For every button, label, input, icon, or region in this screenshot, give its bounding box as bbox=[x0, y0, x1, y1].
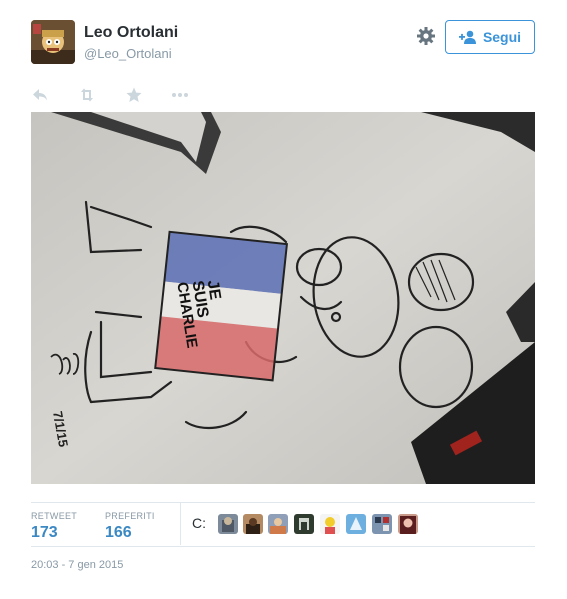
favoriter-avatar[interactable] bbox=[218, 514, 238, 534]
favoriter-avatar[interactable] bbox=[346, 514, 366, 534]
stats-bottom-divider bbox=[31, 546, 535, 547]
gear-icon[interactable] bbox=[416, 26, 436, 46]
tweet-photo[interactable]: JE SUIS CHARLIE 7/1/15 bbox=[31, 112, 535, 484]
favoriter-avatar[interactable] bbox=[294, 514, 314, 534]
more-dots-icon[interactable] bbox=[171, 86, 189, 104]
retweet-count: 173 bbox=[31, 524, 58, 541]
favorites-stat[interactable]: PREFERITI 166 bbox=[105, 511, 155, 542]
user-name[interactable]: Leo Ortolani bbox=[84, 24, 178, 42]
stats-separator bbox=[180, 503, 181, 545]
favoriter-avatar[interactable] bbox=[243, 514, 263, 534]
add-user-icon bbox=[458, 30, 476, 44]
favoriter-avatar[interactable] bbox=[320, 514, 340, 534]
faces-label: C: bbox=[192, 515, 206, 531]
star-icon[interactable] bbox=[125, 86, 143, 104]
stats-top-divider bbox=[31, 502, 535, 503]
retweet-icon[interactable] bbox=[78, 86, 96, 104]
favoriter-avatar[interactable] bbox=[372, 514, 392, 534]
follow-label: Segui bbox=[482, 29, 522, 45]
drawing-image: JE SUIS CHARLIE 7/1/15 bbox=[31, 112, 535, 484]
avatar[interactable] bbox=[31, 20, 75, 64]
retweet-label: RETWEET bbox=[31, 511, 78, 521]
tweet-timestamp[interactable]: 20:03 - 7 gen 2015 bbox=[31, 559, 123, 571]
favoriter-avatar[interactable] bbox=[268, 514, 288, 534]
follow-button[interactable]: Segui bbox=[445, 20, 535, 54]
favorites-count: 166 bbox=[105, 524, 132, 541]
favorites-label: PREFERITI bbox=[105, 511, 155, 521]
user-handle[interactable]: @Leo_Ortolani bbox=[84, 46, 172, 61]
retweet-stat[interactable]: RETWEET 173 bbox=[31, 511, 77, 542]
reply-icon[interactable] bbox=[31, 86, 49, 104]
avatar-image bbox=[31, 20, 75, 64]
favoriter-avatar[interactable] bbox=[398, 514, 418, 534]
